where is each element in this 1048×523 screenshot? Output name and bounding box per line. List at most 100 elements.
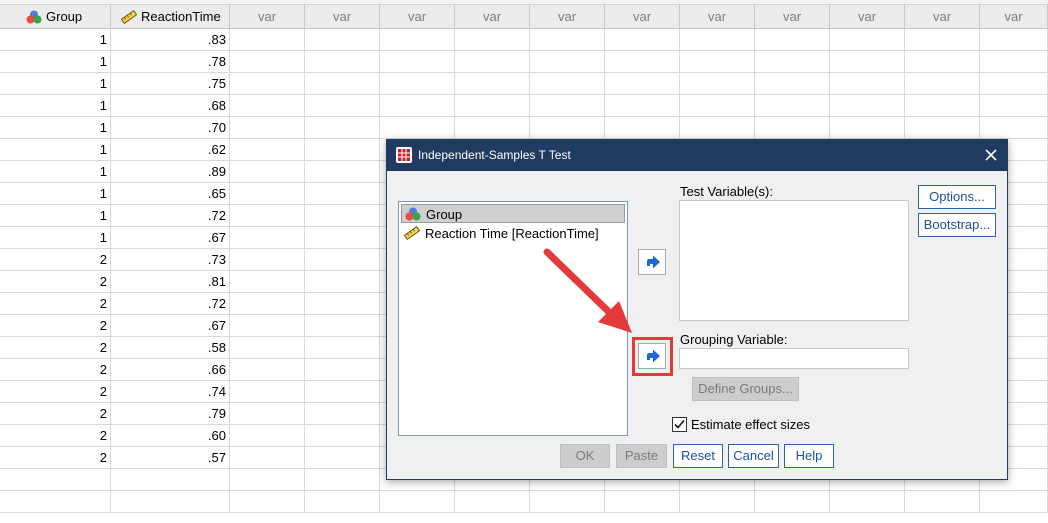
cell-empty[interactable] xyxy=(380,95,455,117)
cell-group[interactable]: 2 xyxy=(0,249,111,271)
cell-reaction-time[interactable]: .75 xyxy=(111,73,230,95)
cell-empty[interactable] xyxy=(980,117,1048,139)
cell-empty[interactable] xyxy=(980,51,1048,73)
cell-empty[interactable] xyxy=(230,73,305,95)
cell-reaction-time[interactable]: .78 xyxy=(111,51,230,73)
cell-group[interactable]: 1 xyxy=(0,29,111,51)
cell-empty[interactable] xyxy=(605,491,680,513)
cell-empty[interactable] xyxy=(230,161,305,183)
cell-group[interactable] xyxy=(0,491,111,513)
cell-empty[interactable] xyxy=(905,95,980,117)
cell-reaction-time[interactable]: .70 xyxy=(111,117,230,139)
cell-empty[interactable] xyxy=(455,29,530,51)
paste-button[interactable]: Paste xyxy=(616,444,667,468)
cell-group[interactable]: 1 xyxy=(0,139,111,161)
cell-empty[interactable] xyxy=(530,491,605,513)
cell-reaction-time[interactable] xyxy=(111,469,230,491)
cell-empty[interactable] xyxy=(605,95,680,117)
cell-empty[interactable] xyxy=(230,29,305,51)
cell-empty[interactable] xyxy=(305,95,380,117)
cell-empty[interactable] xyxy=(605,29,680,51)
cell-empty[interactable] xyxy=(305,117,380,139)
cell-reaction-time[interactable]: .67 xyxy=(111,227,230,249)
cell-empty[interactable] xyxy=(305,183,380,205)
cell-reaction-time[interactable]: .89 xyxy=(111,161,230,183)
cell-reaction-time[interactable]: .66 xyxy=(111,359,230,381)
cell-empty[interactable] xyxy=(830,491,905,513)
cell-group[interactable]: 1 xyxy=(0,161,111,183)
cell-empty[interactable] xyxy=(230,117,305,139)
cell-empty[interactable] xyxy=(530,73,605,95)
cell-empty[interactable] xyxy=(755,73,830,95)
cell-empty[interactable] xyxy=(980,95,1048,117)
cell-reaction-time[interactable]: .60 xyxy=(111,425,230,447)
cell-group[interactable]: 2 xyxy=(0,403,111,425)
cell-reaction-time[interactable] xyxy=(111,491,230,513)
move-to-test-variables-button[interactable] xyxy=(638,249,666,275)
cell-empty[interactable] xyxy=(680,29,755,51)
cell-empty[interactable] xyxy=(680,73,755,95)
cell-group[interactable]: 2 xyxy=(0,337,111,359)
cell-reaction-time[interactable]: .65 xyxy=(111,183,230,205)
cell-empty[interactable] xyxy=(305,161,380,183)
cell-empty[interactable] xyxy=(755,51,830,73)
cell-group[interactable]: 2 xyxy=(0,315,111,337)
cell-empty[interactable] xyxy=(305,205,380,227)
column-header-var[interactable]: var xyxy=(680,5,755,29)
cell-group[interactable]: 1 xyxy=(0,205,111,227)
cell-group[interactable]: 2 xyxy=(0,271,111,293)
cell-empty[interactable] xyxy=(230,183,305,205)
cell-empty[interactable] xyxy=(305,337,380,359)
bootstrap-button[interactable]: Bootstrap... xyxy=(918,213,996,237)
cell-empty[interactable] xyxy=(230,271,305,293)
cell-empty[interactable] xyxy=(755,29,830,51)
cell-empty[interactable] xyxy=(230,95,305,117)
cell-empty[interactable] xyxy=(830,73,905,95)
cell-empty[interactable] xyxy=(530,95,605,117)
ok-button[interactable]: OK xyxy=(560,444,610,468)
define-groups-button[interactable]: Define Groups... xyxy=(692,377,799,401)
cell-reaction-time[interactable]: .72 xyxy=(111,293,230,315)
cell-group[interactable]: 2 xyxy=(0,381,111,403)
column-header-var[interactable]: var xyxy=(830,5,905,29)
estimate-effect-sizes-checkbox[interactable] xyxy=(672,417,687,432)
cell-group[interactable]: 1 xyxy=(0,183,111,205)
column-header-var[interactable]: var xyxy=(455,5,530,29)
cell-empty[interactable] xyxy=(305,29,380,51)
help-button[interactable]: Help xyxy=(784,444,834,468)
cell-empty[interactable] xyxy=(680,117,755,139)
cell-empty[interactable] xyxy=(755,95,830,117)
cell-empty[interactable] xyxy=(230,425,305,447)
cell-group[interactable]: 1 xyxy=(0,73,111,95)
cell-empty[interactable] xyxy=(905,491,980,513)
source-variable-list[interactable]: Group Reaction Time [ReactionTime] xyxy=(398,201,628,436)
cell-empty[interactable] xyxy=(830,29,905,51)
options-button[interactable]: Options... xyxy=(918,185,996,209)
cell-empty[interactable] xyxy=(305,315,380,337)
cell-empty[interactable] xyxy=(230,359,305,381)
cell-empty[interactable] xyxy=(230,293,305,315)
cell-reaction-time[interactable]: .62 xyxy=(111,139,230,161)
cell-empty[interactable] xyxy=(305,359,380,381)
cell-empty[interactable] xyxy=(455,51,530,73)
cell-empty[interactable] xyxy=(230,205,305,227)
cell-empty[interactable] xyxy=(230,381,305,403)
cell-empty[interactable] xyxy=(230,403,305,425)
column-header-var[interactable]: var xyxy=(380,5,455,29)
column-header-var[interactable]: var xyxy=(230,5,305,29)
cell-empty[interactable] xyxy=(530,117,605,139)
cancel-button[interactable]: Cancel xyxy=(728,444,779,468)
column-header-var[interactable]: var xyxy=(755,5,830,29)
cell-empty[interactable] xyxy=(530,29,605,51)
cell-empty[interactable] xyxy=(305,73,380,95)
cell-empty[interactable] xyxy=(455,95,530,117)
cell-empty[interactable] xyxy=(305,271,380,293)
cell-empty[interactable] xyxy=(380,29,455,51)
cell-empty[interactable] xyxy=(530,51,605,73)
cell-reaction-time[interactable]: .79 xyxy=(111,403,230,425)
cell-empty[interactable] xyxy=(230,469,305,491)
cell-empty[interactable] xyxy=(380,491,455,513)
cell-group[interactable]: 2 xyxy=(0,293,111,315)
cell-empty[interactable] xyxy=(230,337,305,359)
cell-empty[interactable] xyxy=(755,117,830,139)
